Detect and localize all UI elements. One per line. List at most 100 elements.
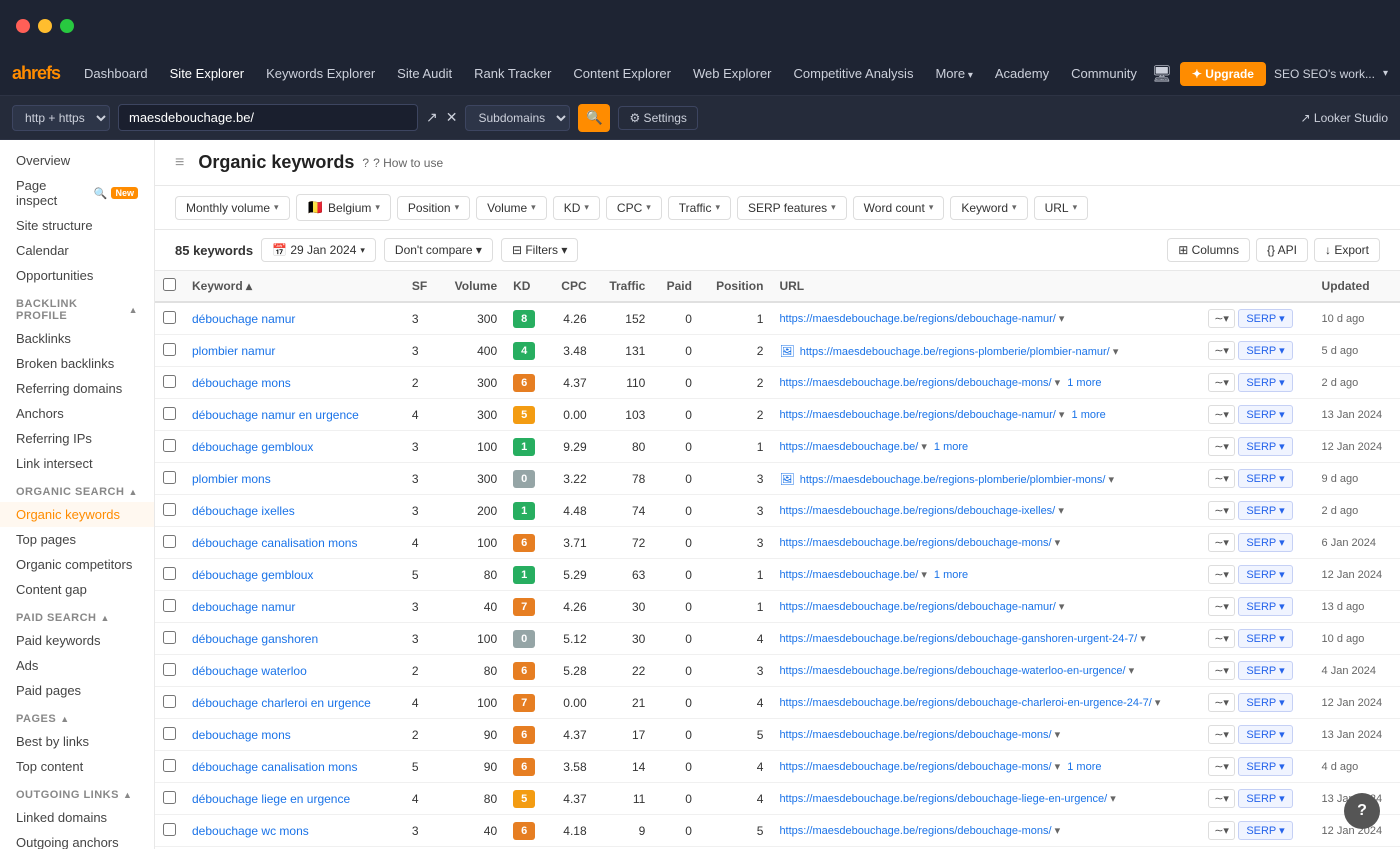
url-link[interactable]: https://maesdebouchage.be/regions/debouc… [779,761,1051,773]
sidebar-item-top-content[interactable]: Top content [0,754,154,779]
trend-button[interactable]: ∼▾ [1208,309,1235,328]
nav-community[interactable]: Community [1061,60,1147,87]
workspace-label[interactable]: SEO SEO's work... [1274,67,1375,81]
sidebar-item-organic-competitors[interactable]: Organic competitors [0,552,154,577]
keyword-link[interactable]: plombier mons [192,472,271,486]
sidebar-item-page-inspect[interactable]: Page inspect 🔍 New [0,173,154,213]
th-keyword[interactable]: Keyword ▴ [184,271,404,302]
url-link[interactable]: https://maesdebouchage.be/regions-plombe… [800,346,1110,358]
api-button[interactable]: {} API [1256,238,1308,262]
url-link[interactable]: https://maesdebouchage.be/regions/debouc… [779,665,1125,677]
sidebar-item-paid-keywords[interactable]: Paid keywords [0,628,154,653]
th-traffic[interactable]: Traffic [595,271,654,302]
nav-more[interactable]: More [925,60,982,87]
url-link[interactable]: https://maesdebouchage.be/regions/debouc… [779,793,1107,805]
keyword-link[interactable]: débouchage liege en urgence [192,792,350,806]
nav-dashboard[interactable]: Dashboard [74,60,158,87]
dropdown-icon[interactable]: ▾ [1059,409,1065,421]
nav-competitive-analysis[interactable]: Competitive Analysis [784,60,924,87]
traffic-filter[interactable]: Traffic ▾ [668,196,731,220]
serp-button[interactable]: SERP ▾ [1238,757,1292,776]
serp-button[interactable]: SERP ▾ [1238,789,1292,808]
sidebar-item-best-by-links[interactable]: Best by links [0,729,154,754]
nav-academy[interactable]: Academy [985,60,1059,87]
row-checkbox[interactable] [155,367,184,399]
url-link[interactable]: https://maesdebouchage.be/ [779,569,918,581]
sidebar-section-backlink[interactable]: Backlink profile ▲ [0,288,154,326]
url-link[interactable]: https://maesdebouchage.be/regions/debouc… [779,409,1055,421]
dropdown-icon[interactable]: ▾ [1058,505,1064,517]
keyword-link[interactable]: plombier namur [192,344,275,358]
url-input[interactable] [118,104,418,131]
dropdown-icon[interactable]: ▾ [1059,601,1065,613]
trend-button[interactable]: ∼▾ [1208,469,1235,488]
sidebar-section-paid[interactable]: Paid search ▲ [0,602,154,628]
sidebar-item-broken-backlinks[interactable]: Broken backlinks [0,351,154,376]
row-checkbox[interactable] [155,527,184,559]
trend-button[interactable]: ∼▾ [1208,597,1235,616]
sidebar-item-link-intersect[interactable]: Link intersect [0,451,154,476]
row-checkbox[interactable] [155,495,184,527]
close-traffic-light[interactable] [16,19,30,33]
url-link[interactable]: https://maesdebouchage.be/regions/debouc… [779,537,1051,549]
keyword-link[interactable]: debouchage mons [192,728,291,742]
trend-button[interactable]: ∼▾ [1208,501,1235,520]
dropdown-icon[interactable]: ▾ [1140,633,1146,645]
nav-site-audit[interactable]: Site Audit [387,60,462,87]
row-checkbox[interactable] [155,302,184,335]
sidebar-item-linked-domains[interactable]: Linked domains [0,805,154,830]
more-link[interactable]: 1 more [1067,761,1101,773]
sidebar-item-organic-keywords[interactable]: Organic keywords [0,502,154,527]
minimize-traffic-light[interactable] [38,19,52,33]
word-count-filter[interactable]: Word count ▾ [853,196,945,220]
keyword-filter[interactable]: Keyword ▾ [950,196,1027,220]
clear-icon[interactable]: ✕ [446,109,458,126]
nav-rank-tracker[interactable]: Rank Tracker [464,60,561,87]
trend-button[interactable]: ∼▾ [1208,661,1235,680]
nav-content-explorer[interactable]: Content Explorer [563,60,681,87]
sidebar-item-top-pages[interactable]: Top pages [0,527,154,552]
date-button[interactable]: 📅 29 Jan 2024 ▾ [261,238,376,262]
upgrade-button[interactable]: ✦ Upgrade [1180,62,1266,86]
trend-button[interactable]: ∼▾ [1208,757,1235,776]
row-checkbox[interactable] [155,623,184,655]
sidebar-item-outgoing-anchors[interactable]: Outgoing anchors [0,830,154,849]
nav-web-explorer[interactable]: Web Explorer [683,60,782,87]
position-filter[interactable]: Position ▾ [397,196,470,220]
trend-button[interactable]: ∼▾ [1208,821,1235,840]
serp-features-filter[interactable]: SERP features ▾ [737,196,847,220]
more-link[interactable]: 1 more [934,569,968,581]
th-kd[interactable]: KD [505,271,548,302]
url-link[interactable]: https://maesdebouchage.be/regions/debouc… [779,601,1055,613]
row-checkbox[interactable] [155,399,184,431]
trend-button[interactable]: ∼▾ [1208,565,1235,584]
keyword-link[interactable]: debouchage namur [192,600,295,614]
trend-button[interactable]: ∼▾ [1208,693,1235,712]
trend-button[interactable]: ∼▾ [1208,373,1235,392]
sidebar-item-opportunities[interactable]: Opportunities [0,263,154,288]
row-checkbox[interactable] [155,431,184,463]
subdomain-select[interactable]: Subdomains [465,105,570,131]
keyword-link[interactable]: débouchage ixelles [192,504,295,518]
serp-button[interactable]: SERP ▾ [1238,373,1292,392]
sidebar-section-pages[interactable]: Pages ▲ [0,703,154,729]
trend-button[interactable]: ∼▾ [1208,437,1235,456]
serp-button[interactable]: SERP ▾ [1238,309,1292,328]
sidebar-section-outgoing[interactable]: Outgoing links ▲ [0,779,154,805]
sidebar-item-ads[interactable]: Ads [0,653,154,678]
th-updated[interactable]: Updated [1314,271,1400,302]
dropdown-icon[interactable]: ▾ [1113,346,1119,358]
url-link[interactable]: https://maesdebouchage.be/regions/debouc… [779,697,1151,709]
select-all-checkbox[interactable] [163,278,176,291]
dropdown-icon[interactable]: ▾ [1059,313,1065,325]
compare-button[interactable]: Don't compare ▾ [384,238,493,262]
how-to-link[interactable]: ? ? How to use [362,156,443,170]
row-checkbox[interactable] [155,463,184,495]
dropdown-icon[interactable]: ▾ [1110,793,1116,805]
th-paid[interactable]: Paid [653,271,700,302]
keyword-link[interactable]: débouchage canalisation mons [192,536,357,550]
row-checkbox[interactable] [155,751,184,783]
serp-button[interactable]: SERP ▾ [1238,725,1292,744]
keyword-link[interactable]: débouchage gembloux [192,440,313,454]
url-link[interactable]: https://maesdebouchage.be/regions/debouc… [779,505,1055,517]
